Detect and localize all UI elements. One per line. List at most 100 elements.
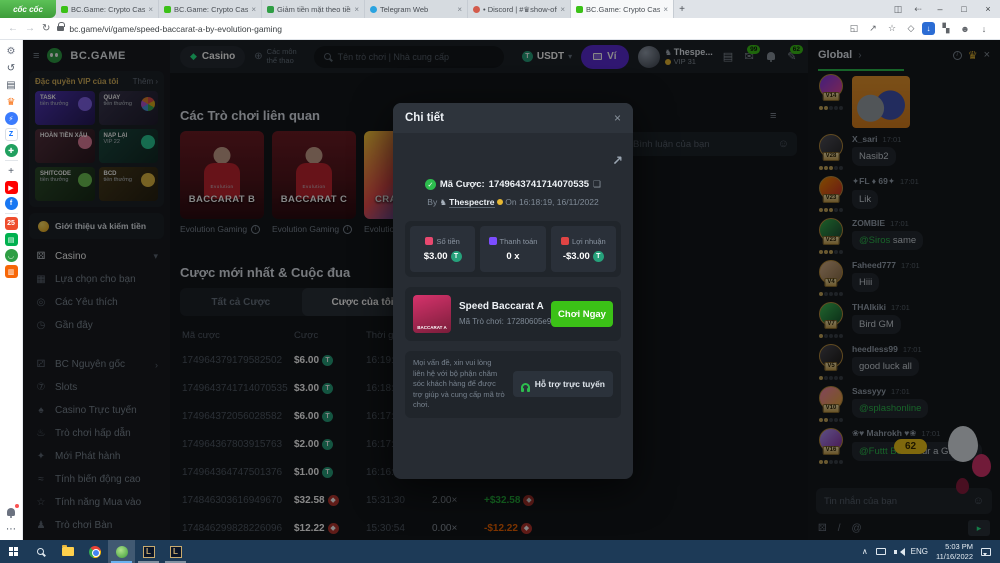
browser-tab[interactable]: BC.Game: Crypto Casino Gan× [56, 0, 159, 18]
action-center-icon[interactable] [981, 548, 991, 556]
recent-tabs-icon[interactable]: ⇠ [908, 0, 928, 18]
save-page-icon[interactable]: ◱ [846, 23, 862, 34]
play-now-button[interactable]: Chơi Ngay [551, 301, 613, 327]
language-indicator[interactable]: ENG [911, 547, 928, 556]
extensions-puzzle-icon[interactable]: ▚ [938, 23, 954, 34]
tab-close-icon[interactable]: × [457, 5, 462, 14]
youtube-icon[interactable]: ▶ [5, 181, 18, 194]
stat-label-row: Thanh toán [489, 237, 538, 246]
forward-icon[interactable]: → [25, 23, 35, 34]
tab-favicon-icon [164, 6, 171, 13]
tab-title: BC.Game: Crypto Casino Gan [71, 5, 145, 14]
league-of-legends-app[interactable]: L [135, 540, 162, 563]
coccoc-app[interactable] [108, 540, 135, 563]
shopping-bag-icon[interactable]: ▤ [5, 233, 18, 246]
taskbar-clock[interactable]: 5:03 PM 11/16/2022 [936, 542, 973, 562]
notifications-bell-icon[interactable] [4, 505, 19, 519]
tab-search-icon[interactable]: ◫ [888, 0, 908, 18]
tab-close-icon[interactable]: × [354, 5, 359, 14]
taskbar-apps: LL [0, 540, 189, 563]
start-button[interactable] [0, 540, 27, 563]
clock-date: 11/16/2022 [936, 552, 973, 561]
file-explorer-app[interactable] [54, 540, 81, 563]
adblock-shield-icon[interactable]: ◇ [903, 23, 919, 34]
amount-icon [425, 237, 433, 245]
copy-icon[interactable]: ❏ [593, 179, 601, 190]
game-info-card: BACCARAT A Speed Baccarat A Mã Trò chơi:… [405, 287, 621, 341]
bookmark-star-icon[interactable]: ☆ [884, 23, 900, 34]
maximize-button[interactable]: □ [952, 0, 976, 18]
add-shortcut-icon[interactable]: + [4, 164, 19, 178]
minimize-button[interactable]: – [928, 0, 952, 18]
new-tab-button[interactable]: + [674, 0, 690, 18]
volume-icon[interactable] [894, 548, 903, 556]
game-thumbnail[interactable]: BACCARAT A [413, 295, 451, 333]
modal-body: ↗ ✓ Mã Cược: 1749643741714070535 ❏ By ♞ … [393, 133, 633, 424]
chrome-app[interactable] [81, 540, 108, 563]
tab-title: BC.Game: Crypto Casino Gan [586, 5, 660, 14]
tab-close-icon[interactable]: × [663, 5, 668, 14]
downloads-arrow-icon[interactable]: ↓ [976, 24, 992, 34]
tab-close-icon[interactable]: × [251, 5, 256, 14]
tab-close-icon[interactable]: × [148, 5, 153, 14]
bet-details-modal: Chi tiết × ↗ ✓ Mã Cược: 1749643741714070… [393, 103, 633, 479]
sale-event-icon[interactable]: 25 [5, 217, 18, 230]
stat-value: -$3.00T [563, 251, 604, 262]
live-support-button[interactable]: Hỗ trợ trực tuyến [513, 371, 613, 397]
cart-shop-icon[interactable]: ▥ [5, 265, 18, 278]
browser-tab[interactable]: Giảm tiền mặt theo tiền hóa× [262, 0, 365, 18]
show-hidden-icons[interactable]: ∧ [862, 547, 868, 556]
share-icon[interactable]: ↗ [612, 153, 623, 169]
helmet-icon: ♞ [440, 198, 447, 207]
facebook-icon[interactable]: f [5, 197, 18, 210]
back-icon[interactable]: ← [8, 23, 18, 34]
bcgame-page: ≡ BC.GAME Đặc quyền VIP của tôi Thêm › T… [23, 40, 1000, 540]
modal-close-icon[interactable]: × [614, 111, 621, 125]
game-name: Speed Baccarat A [459, 301, 543, 312]
bet-stat-box: Lợi nhuận-$3.00T [551, 226, 616, 272]
tab-title: Telegram Web [380, 5, 454, 14]
system-tray: ∧ ENG 5:03 PM 11/16/2022 [853, 542, 1000, 562]
bet-stat-box: Thanh toán0 x [480, 226, 545, 272]
close-window-button[interactable]: × [976, 0, 1000, 18]
games-icon[interactable]: ✚ [5, 144, 18, 157]
history-icon[interactable]: ↺ [4, 61, 19, 75]
coccoc-menu-button[interactable]: cốc cốc [0, 0, 56, 18]
hat-shop-icon[interactable]: ◡ [5, 249, 18, 262]
headphones-icon [521, 383, 530, 390]
league-of-legends-app-2[interactable]: L [162, 540, 189, 563]
coccoc-downloader-icon[interactable]: ↓ [922, 22, 935, 35]
url-field[interactable]: bc.game/vi/game/speed-baccarat-a-by-evol… [57, 24, 839, 34]
browser-tab[interactable]: • Discord | #♛show-off-you× [468, 0, 571, 18]
bet-stats-row: Số tiền $3.00T Thanh toán0 xLợi nhuận-$3.0… [405, 221, 621, 277]
browser-tab[interactable]: BC.Game: Crypto Casino Gan× [159, 0, 262, 18]
tab-close-icon[interactable]: × [560, 5, 565, 14]
bet-stat-box: Số tiền $3.00T [410, 226, 475, 272]
bet-author-row: By ♞ Thespectre On 16:18:19, 16/11/2022 [405, 197, 621, 207]
player-name-link[interactable]: Thespectre [449, 197, 494, 208]
stat-label: Số tiền [436, 237, 459, 246]
stat-label: Thanh toán [500, 237, 538, 246]
desktop-screen: cốc cốc BC.Game: Crypto Casino Gan×BC.Ga… [0, 0, 1000, 563]
share-page-icon[interactable]: ↗ [865, 23, 881, 34]
zalo-chat-icon[interactable]: Z [5, 128, 18, 141]
stat-label-row: Số tiền [425, 237, 459, 246]
profile-avatar-icon[interactable]: ☻ [957, 24, 973, 34]
network-icon[interactable] [876, 548, 886, 555]
bet-datetime: 16:18:19, 16/11/2022 [519, 197, 599, 207]
reload-icon[interactable]: ↻ [42, 23, 50, 34]
browser-tab[interactable]: Telegram Web× [365, 0, 468, 18]
messenger-icon[interactable]: ⚡ [5, 112, 18, 125]
reading-list-icon[interactable]: ▤ [4, 78, 19, 92]
tabbar-spacer [690, 0, 888, 18]
settings-gear-icon[interactable]: ⚙ [4, 44, 19, 58]
taskbar-search-button[interactable] [27, 540, 54, 563]
support-button-label: Hỗ trợ trực tuyến [535, 379, 605, 389]
browser-workspace: ⚙ ↺ ▤ ♛ ⚡ Z ✚ + ▶ f 25 ▤ ◡ ▥ ⋯ ≡ BC.GAME Đặc quyền VIP… [0, 40, 1000, 540]
vip-crown-icon[interactable]: ♛ [4, 95, 19, 109]
browser-tab[interactable]: BC.Game: Crypto Casino Gan× [571, 0, 674, 18]
modal-title: Chi tiết [405, 112, 444, 124]
stat-value: $3.00T [424, 251, 462, 262]
more-options-icon[interactable]: ⋯ [4, 522, 19, 536]
tab-favicon-icon [267, 6, 274, 13]
